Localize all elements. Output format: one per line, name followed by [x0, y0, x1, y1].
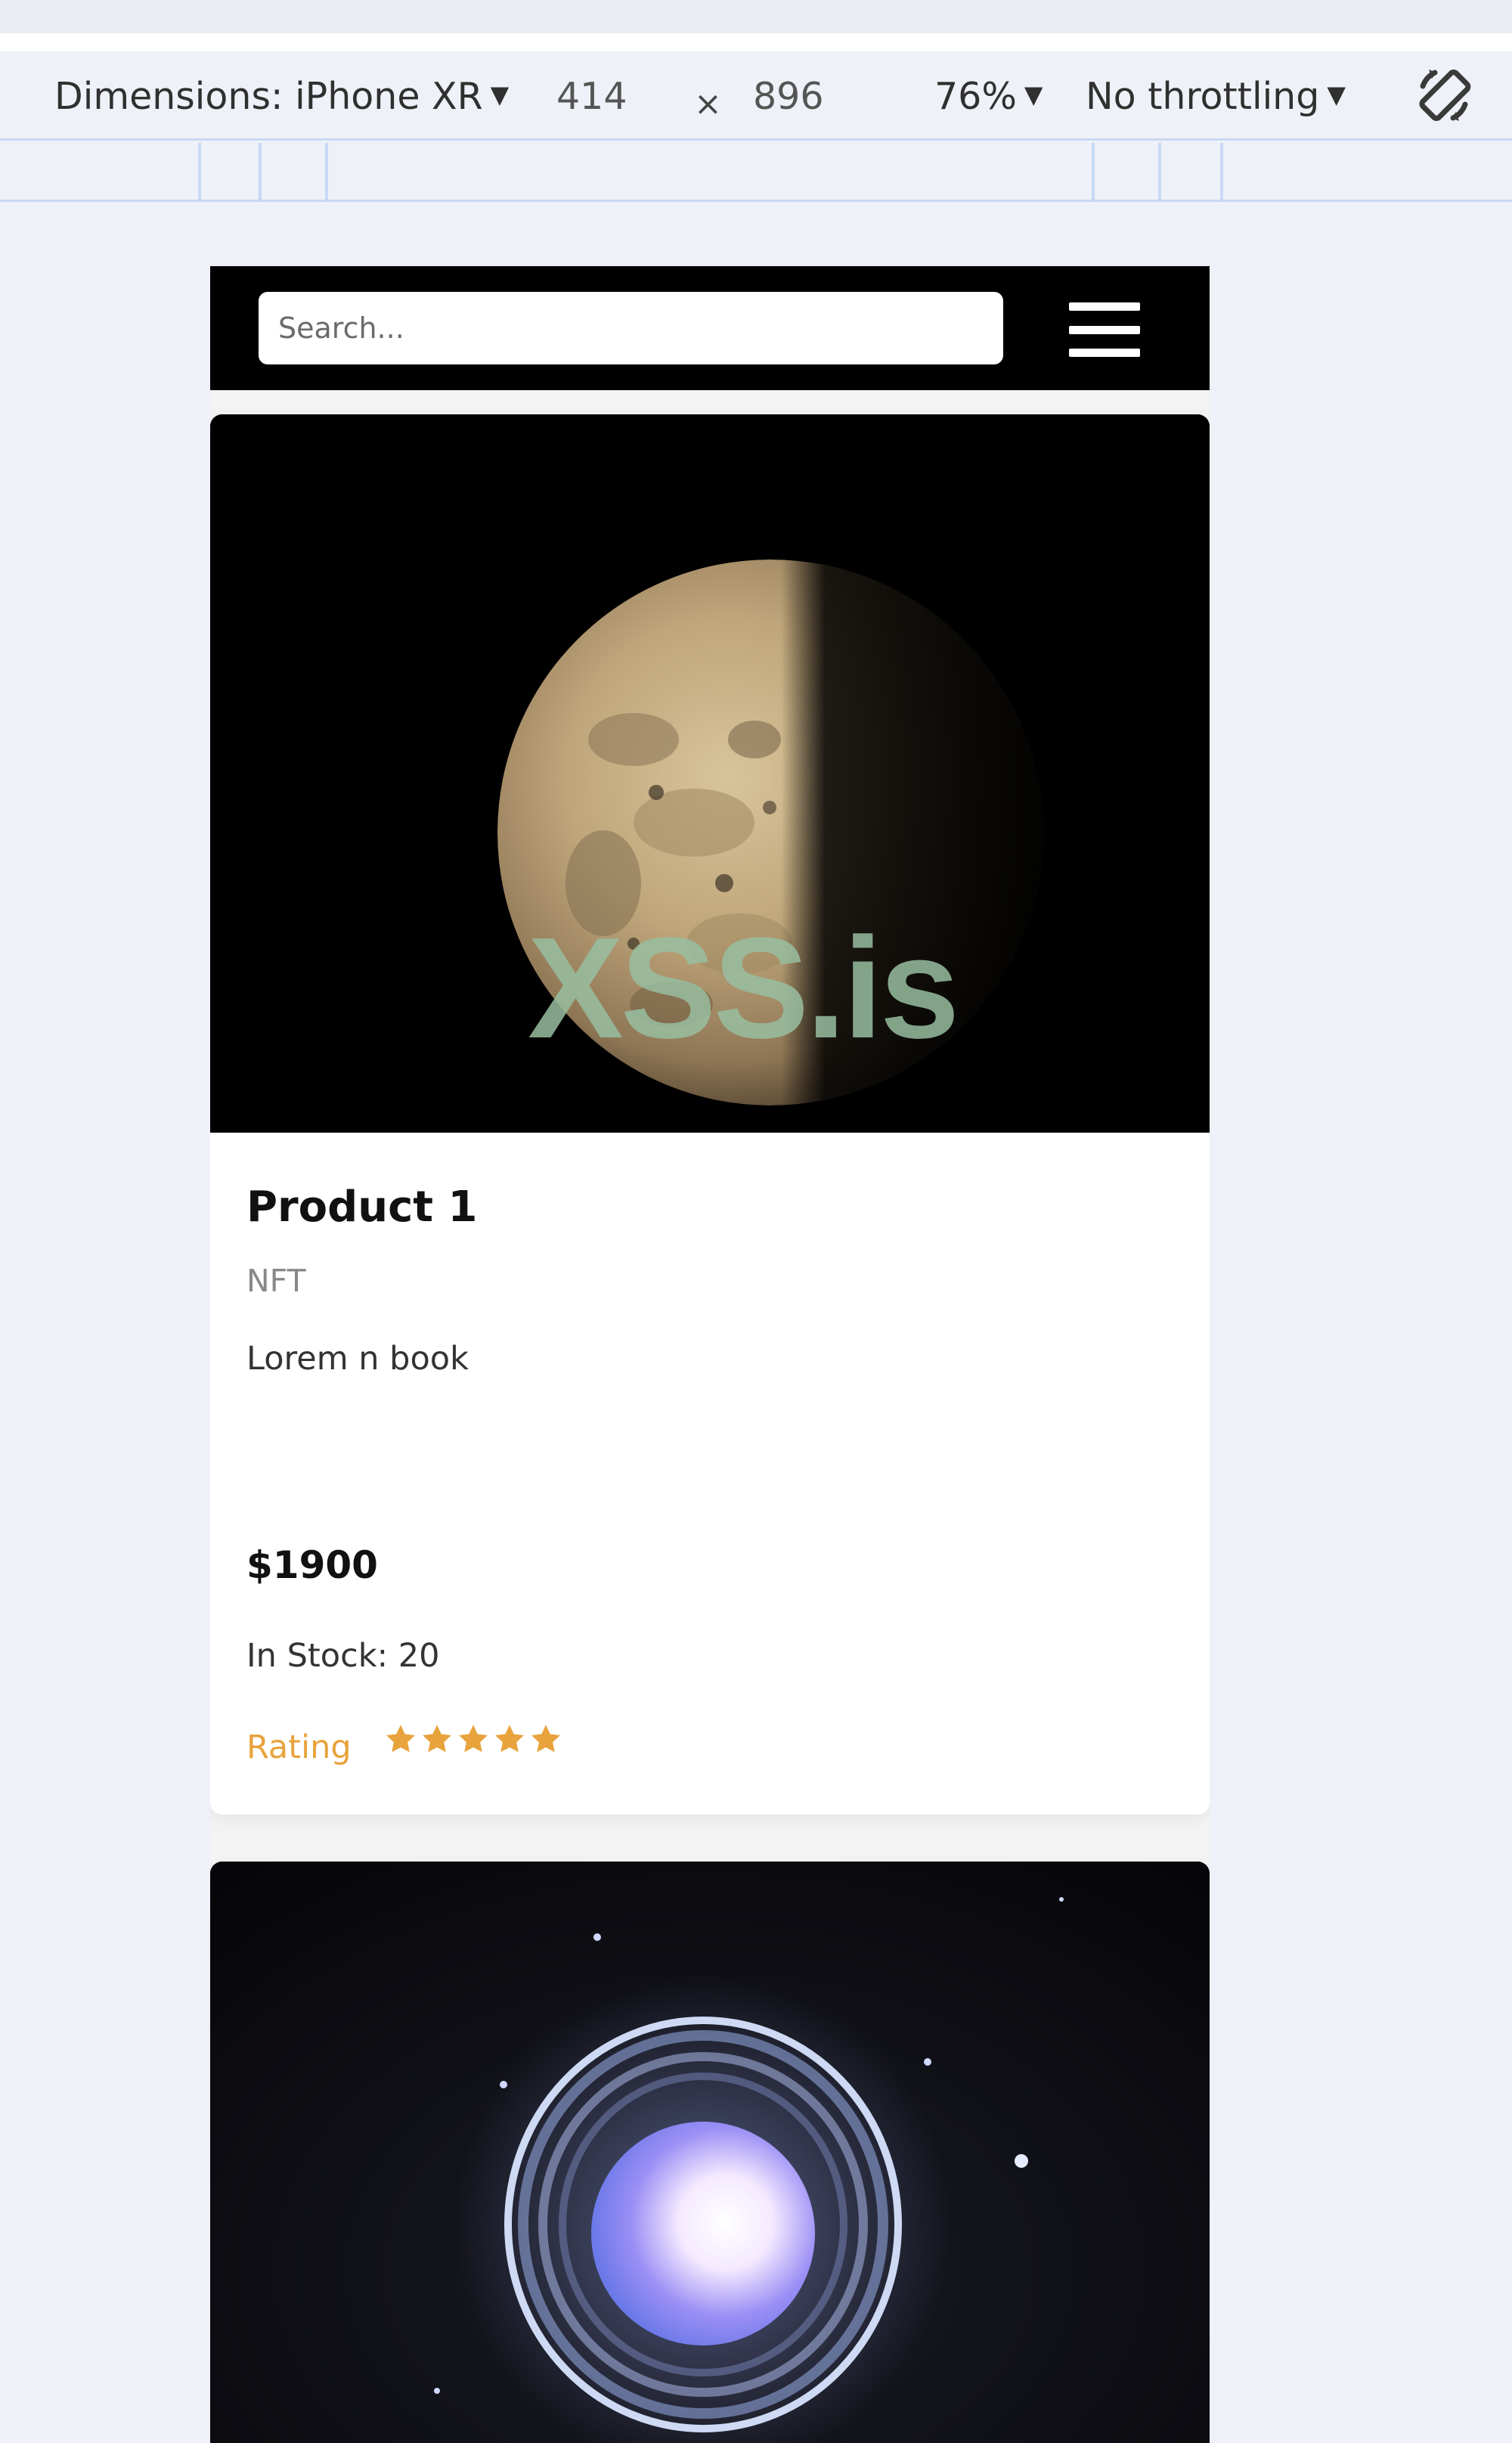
device-toolbar: Dimensions: iPhone XR ▼ 414 × 896 76% ▼ No…: [0, 51, 1512, 141]
product-description: Lorem n book: [246, 1340, 469, 1378]
star-icon: [531, 1725, 560, 1753]
hamburger-icon[interactable]: [1069, 302, 1140, 357]
hamburger-bar: [1069, 302, 1140, 311]
browser-top-strip: [0, 0, 1512, 33]
watermark-text: XSS.is: [528, 908, 959, 1068]
product-card[interactable]: [210, 1862, 1210, 2443]
product-info: Product 1 NFT Lorem n book $1900 In Stoc…: [210, 1133, 1210, 1815]
times-separator: ×: [694, 85, 722, 123]
product-category: NFT: [246, 1263, 306, 1299]
dimensions-label: Dimensions: iPhone XR: [54, 75, 483, 118]
caret-down-icon: ▼: [1327, 79, 1346, 109]
ruler-tick: [1158, 143, 1161, 202]
star-icon: [423, 1725, 451, 1753]
caret-down-icon: ▼: [490, 79, 510, 109]
zoom-dropdown[interactable]: 76% ▼: [934, 74, 1043, 122]
device-viewport: XSS.is Product 1 NFT Lorem n book $1900 …: [210, 266, 1210, 2443]
rating-label: Rating: [246, 1728, 352, 1766]
throttling-dropdown[interactable]: No throttling ▼: [1086, 74, 1346, 122]
product-card[interactable]: XSS.is Product 1 NFT Lorem n book $1900 …: [210, 414, 1210, 1815]
media-query-bar: [0, 143, 1512, 202]
rotate-icon[interactable]: [1412, 64, 1476, 127]
ruler-tick: [325, 143, 328, 202]
search-input[interactable]: [259, 292, 1003, 364]
caret-down-icon: ▼: [1024, 79, 1043, 109]
navbar: [210, 266, 1210, 390]
ruler-tick: [198, 143, 201, 202]
rating-stars: [384, 1722, 562, 1768]
product-image[interactable]: [210, 1862, 1210, 2443]
browser-top-divider: [0, 33, 1512, 51]
product-title[interactable]: Product 1: [246, 1183, 478, 1232]
planet-image: [210, 1862, 1210, 2443]
product-image[interactable]: XSS.is: [210, 414, 1210, 1133]
dimensions-dropdown[interactable]: Dimensions: iPhone XR ▼: [54, 74, 509, 122]
zoom-label: 76%: [934, 75, 1017, 118]
star-icon: [495, 1725, 524, 1753]
throttling-label: No throttling: [1086, 75, 1320, 118]
height-input[interactable]: 896: [753, 74, 824, 119]
width-input[interactable]: 414: [556, 74, 627, 119]
ruler-tick: [1092, 143, 1095, 202]
product-price: $1900: [246, 1543, 378, 1587]
hamburger-bar: [1069, 349, 1140, 357]
star-icon: [386, 1725, 415, 1753]
star-icon: [459, 1725, 488, 1753]
ruler-tick: [259, 143, 262, 202]
ruler-tick: [1220, 143, 1223, 202]
product-stock: In Stock: 20: [246, 1637, 440, 1675]
hamburger-bar: [1069, 326, 1140, 334]
